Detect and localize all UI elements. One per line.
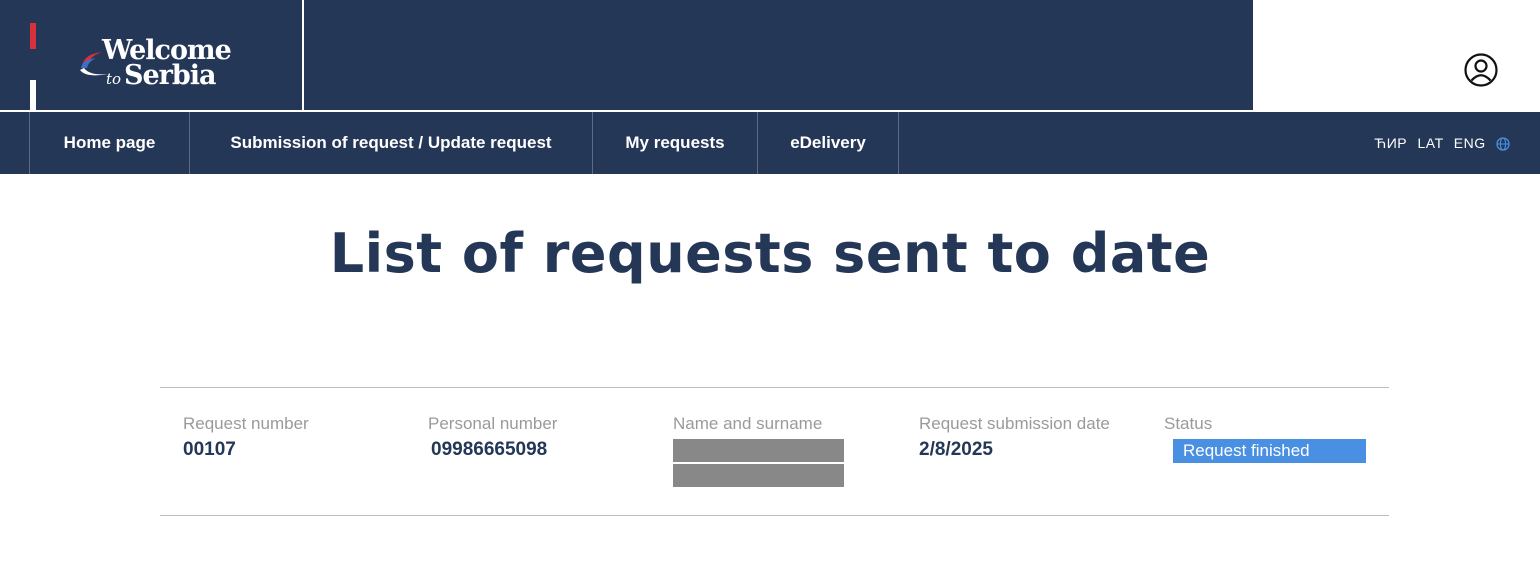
page-title: List of requests sent to date: [329, 222, 1211, 285]
nav-item-submission-of-request[interactable]: Submission of request / Update request: [190, 112, 592, 174]
nav-item-my-requests[interactable]: My requests: [593, 112, 757, 174]
nav-separator: [898, 112, 899, 174]
language-switcher: ЋИР LAT ENG: [1368, 112, 1510, 174]
table-top-divider: [160, 387, 1389, 388]
surname-redaction-bar: [673, 464, 844, 487]
welcome-to-serbia-logo[interactable]: Welcome to Serbia: [78, 36, 248, 94]
language-cyrillic[interactable]: ЋИР: [1374, 135, 1407, 151]
logo-word-serbia: Serbia: [124, 60, 217, 91]
status-cell: Status Request finished: [1164, 411, 1394, 463]
header: Welcome to Serbia: [0, 0, 1540, 112]
request-number-value[interactable]: 00107: [183, 437, 413, 463]
user-circle-icon[interactable]: [1463, 52, 1499, 88]
header-banner: Welcome to Serbia: [0, 0, 1253, 110]
table-bottom-divider: [160, 515, 1389, 516]
nav-item-home-page[interactable]: Home page: [30, 112, 189, 174]
name-cell: Name and surname: [673, 411, 903, 487]
submission-date-cell: Request submission date 2/8/2025: [919, 411, 1119, 463]
name-redaction-bar: [673, 439, 844, 462]
nav-item-edelivery[interactable]: eDelivery: [758, 112, 898, 174]
logo-divider: [302, 0, 304, 110]
submission-date-value: 2/8/2025: [919, 439, 993, 460]
status-badge: Request finished: [1173, 439, 1366, 463]
personal-number-value: 09986665098: [431, 439, 548, 460]
globe-icon[interactable]: [1496, 137, 1510, 151]
logo-word-to: to: [106, 70, 122, 88]
submission-date-label: Request submission date: [919, 414, 1110, 433]
request-number-label: Request number: [183, 414, 309, 433]
requests-table: Request number 00107 Personal number 099…: [160, 387, 1389, 517]
personal-number-cell: Personal number 09986665098: [428, 411, 658, 463]
request-number-cell: Request number 00107: [183, 411, 413, 463]
personal-number-label: Personal number: [428, 414, 558, 433]
language-english[interactable]: ENG: [1454, 135, 1486, 151]
main-navigation: Home page Submission of request / Update…: [0, 112, 1540, 174]
flag-white-stripe: [30, 80, 36, 110]
name-label: Name and surname: [673, 414, 823, 433]
flag-red-stripe: [30, 23, 36, 49]
language-latin[interactable]: LAT: [1417, 135, 1443, 151]
status-label: Status: [1164, 414, 1213, 433]
